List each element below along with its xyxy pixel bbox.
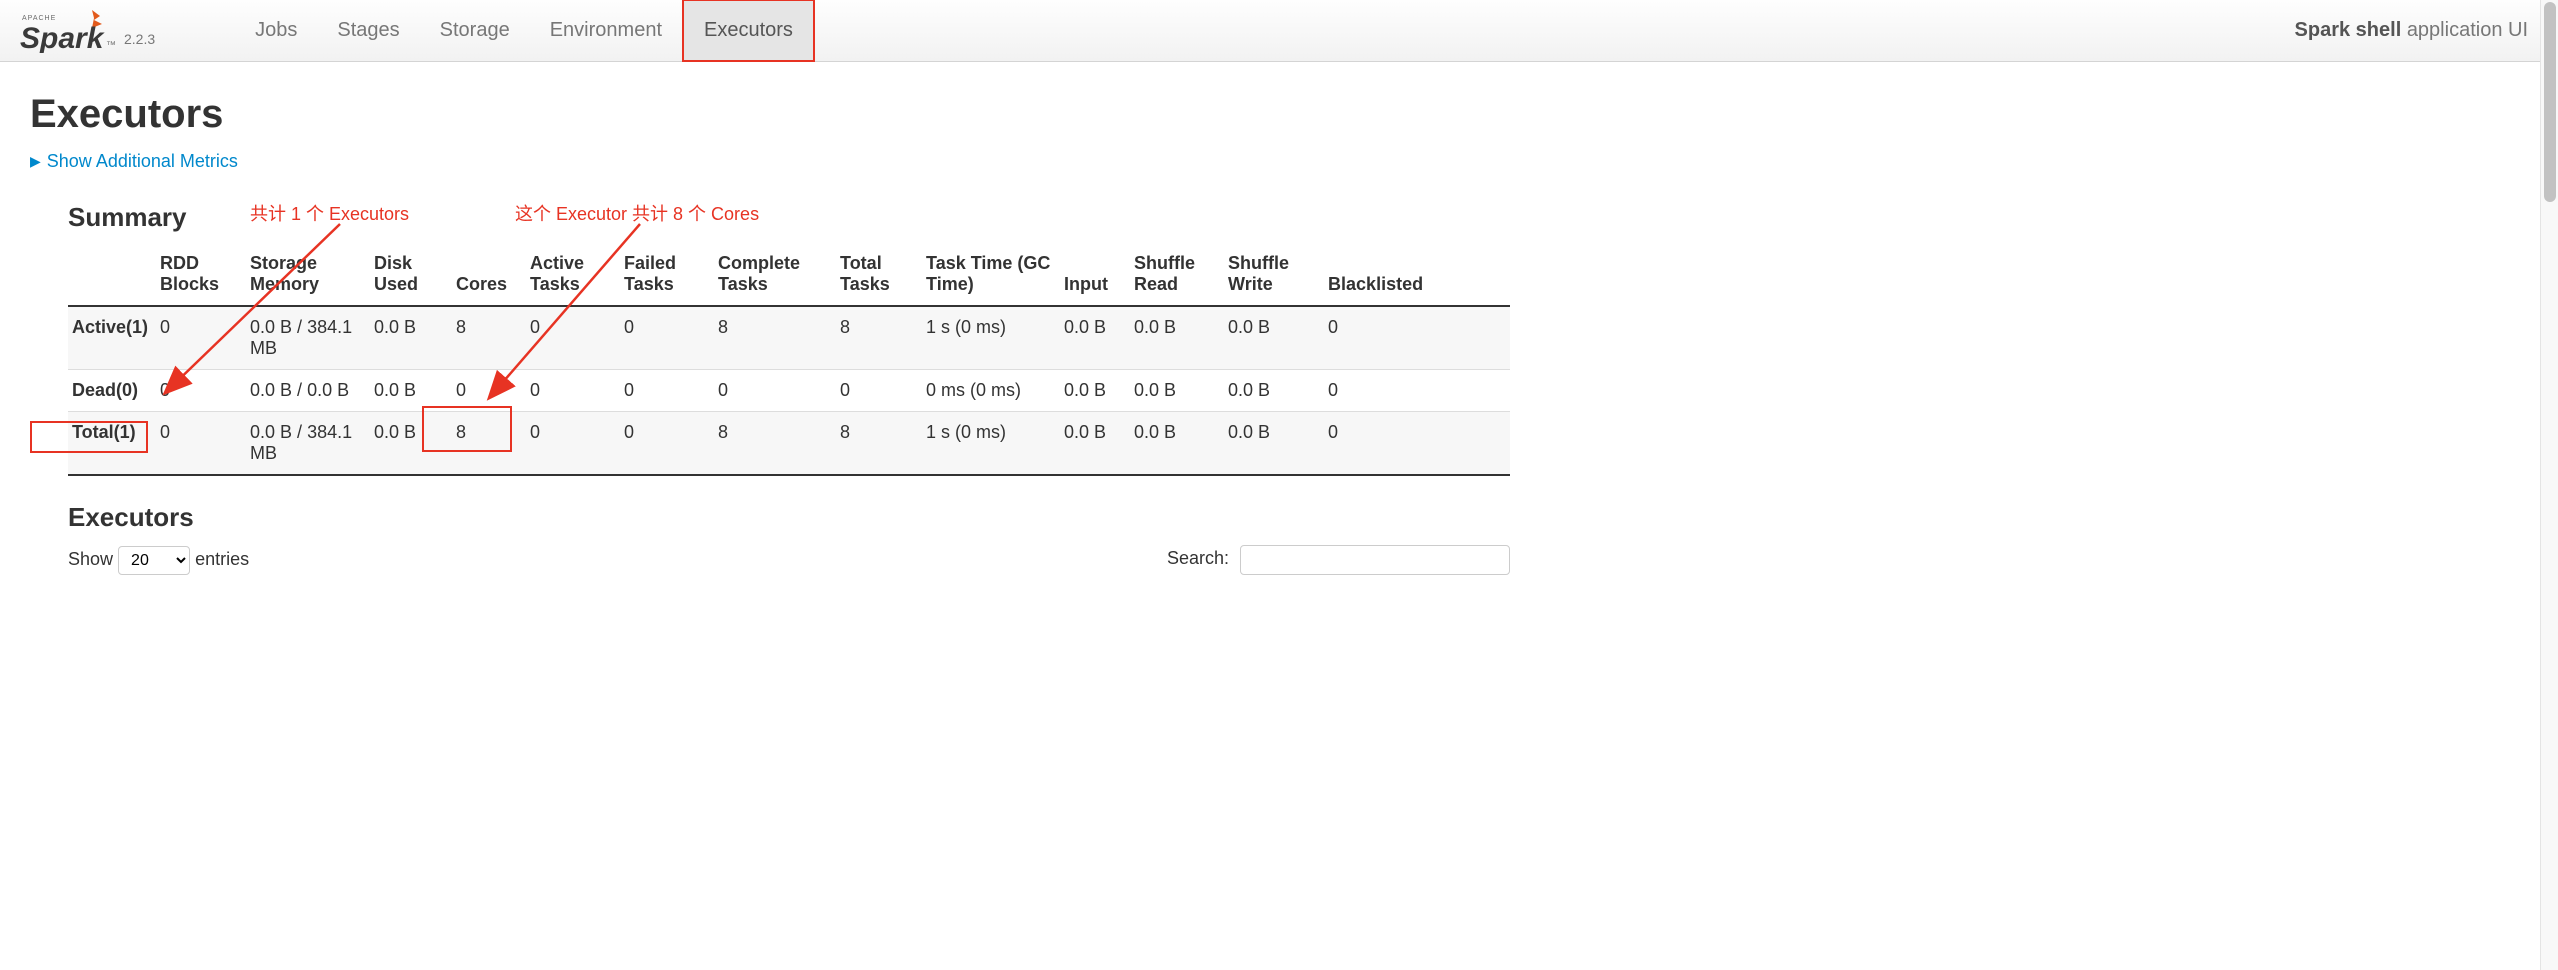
executors-controls: Show 20 entries Search: [30, 545, 1510, 575]
tab-executors[interactable]: Executors [682, 0, 815, 62]
cell-cores: 8 [456, 412, 530, 476]
cell-swrite: 0.0 B [1228, 370, 1328, 412]
summary-header-row: RDD Blocks Storage Memory Disk Used Core… [68, 243, 1510, 306]
row-label: Active(1) [68, 306, 160, 370]
cell-sread: 0.0 B [1134, 370, 1228, 412]
caret-right-icon: ▶ [30, 153, 41, 170]
row-label: Dead(0) [68, 370, 160, 412]
cell-active: 0 [530, 412, 624, 476]
cell-cores: 0 [456, 370, 530, 412]
col-status [68, 243, 160, 306]
spark-logo-icon: APACHE Spark ™ [20, 8, 116, 53]
col-task-time: Task Time (GC Time) [926, 243, 1064, 306]
tab-environment[interactable]: Environment [530, 0, 682, 61]
cell-total: 8 [840, 412, 926, 476]
cell-complete: 8 [718, 306, 840, 370]
cell-black: 0 [1328, 412, 1510, 476]
navbar: APACHE Spark ™ 2.2.3 Jobs Stages Storage… [0, 0, 2558, 62]
app-name: Spark shell [2295, 19, 2402, 41]
table-row: Total(1)00.0 B / 384.1 MB0.0 B800881 s (… [68, 412, 1510, 476]
tab-stages[interactable]: Stages [317, 0, 419, 61]
col-disk-used: Disk Used [374, 243, 456, 306]
col-total-tasks: Total Tasks [840, 243, 926, 306]
search-input[interactable] [1240, 545, 1510, 575]
table-row: Active(1)00.0 B / 384.1 MB0.0 B800881 s … [68, 306, 1510, 370]
app-suffix: application UI [2407, 19, 2528, 41]
cell-swrite: 0.0 B [1228, 412, 1328, 476]
col-input: Input [1064, 243, 1134, 306]
cell-rdd: 0 [160, 370, 250, 412]
cell-disk: 0.0 B [374, 306, 456, 370]
cell-rdd: 0 [160, 412, 250, 476]
executors-heading: Executors [68, 502, 1510, 533]
tab-jobs[interactable]: Jobs [235, 0, 317, 61]
cell-black: 0 [1328, 370, 1510, 412]
cell-input: 0.0 B [1064, 306, 1134, 370]
cell-disk: 0.0 B [374, 370, 456, 412]
table-row: Dead(0)00.0 B / 0.0 B0.0 B000000 ms (0 m… [68, 370, 1510, 412]
tab-storage[interactable]: Storage [420, 0, 530, 61]
cell-disk: 0.0 B [374, 412, 456, 476]
cell-active: 0 [530, 306, 624, 370]
cell-sread: 0.0 B [1134, 412, 1228, 476]
show-additional-metrics[interactable]: ▶ Show Additional Metrics [30, 151, 1510, 172]
cell-tasktime: 1 s (0 ms) [926, 412, 1064, 476]
cell-failed: 0 [624, 412, 718, 476]
summary-heading: Summary [68, 202, 1510, 233]
cell-input: 0.0 B [1064, 370, 1134, 412]
brand: APACHE Spark ™ 2.2.3 [20, 8, 155, 53]
cell-complete: 0 [718, 370, 840, 412]
cell-tasktime: 0 ms (0 ms) [926, 370, 1064, 412]
show-label-pre: Show [68, 549, 113, 569]
col-complete-tasks: Complete Tasks [718, 243, 840, 306]
show-additional-label: Show Additional Metrics [47, 151, 238, 172]
cell-mem: 0.0 B / 384.1 MB [250, 306, 374, 370]
cell-tasktime: 1 s (0 ms) [926, 306, 1064, 370]
search-label: Search: [1167, 548, 1229, 568]
app-title: Spark shell application UI [2295, 19, 2528, 42]
row-label: Total(1) [68, 412, 160, 476]
cell-cores: 8 [456, 306, 530, 370]
cell-failed: 0 [624, 370, 718, 412]
entries-control: Show 20 entries [68, 546, 249, 575]
scroll-thumb[interactable] [2544, 2, 2556, 202]
summary-table: RDD Blocks Storage Memory Disk Used Core… [68, 243, 1510, 476]
col-storage-memory: Storage Memory [250, 243, 374, 306]
cell-swrite: 0.0 B [1228, 306, 1328, 370]
nav-tabs: Jobs Stages Storage Environment Executor… [235, 0, 815, 61]
col-active-tasks: Active Tasks [530, 243, 624, 306]
col-shuffle-write: Shuffle Write [1228, 243, 1328, 306]
col-failed-tasks: Failed Tasks [624, 243, 718, 306]
cell-mem: 0.0 B / 384.1 MB [250, 412, 374, 476]
svg-text:APACHE: APACHE [22, 15, 56, 22]
cell-black: 0 [1328, 306, 1510, 370]
content: Executors ▶ Show Additional Metrics 共计 1… [0, 62, 1540, 595]
cell-active: 0 [530, 370, 624, 412]
spark-version: 2.2.3 [124, 31, 155, 47]
svg-text:Spark: Spark [20, 22, 105, 53]
col-shuffle-read: Shuffle Read [1134, 243, 1228, 306]
cell-complete: 8 [718, 412, 840, 476]
cell-input: 0.0 B [1064, 412, 1134, 476]
scrollbar[interactable] [2540, 0, 2558, 970]
col-blacklisted: Blacklisted [1328, 243, 1510, 306]
entries-select[interactable]: 20 [118, 546, 190, 575]
search-control: Search: [1167, 545, 1510, 575]
cell-failed: 0 [624, 306, 718, 370]
cell-rdd: 0 [160, 306, 250, 370]
col-cores: Cores [456, 243, 530, 306]
cell-total: 8 [840, 306, 926, 370]
cell-mem: 0.0 B / 0.0 B [250, 370, 374, 412]
col-rdd-blocks: RDD Blocks [160, 243, 250, 306]
svg-text:™: ™ [106, 40, 116, 51]
show-label-post: entries [195, 549, 249, 569]
cell-sread: 0.0 B [1134, 306, 1228, 370]
cell-total: 0 [840, 370, 926, 412]
page-title: Executors [30, 92, 1510, 137]
